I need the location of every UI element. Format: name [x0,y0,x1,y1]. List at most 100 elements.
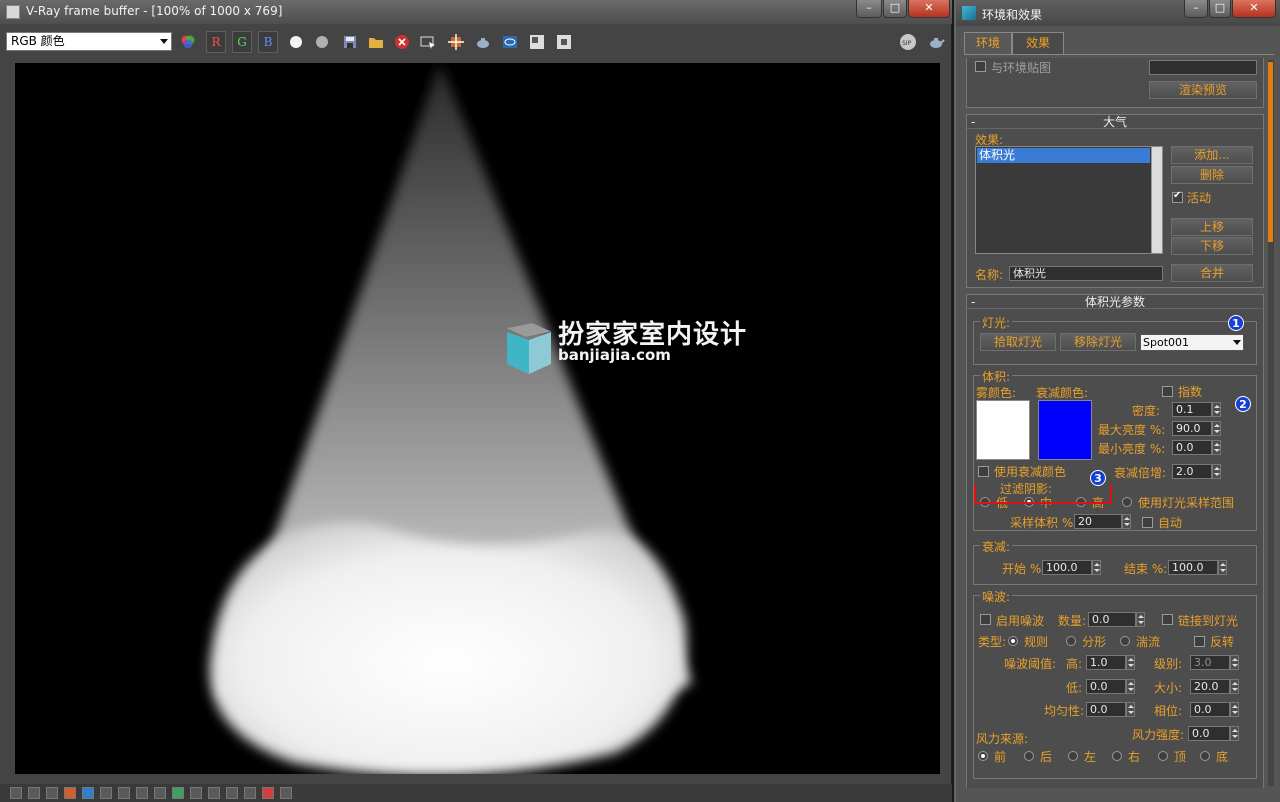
exponential-checkbox[interactable] [1162,386,1173,397]
tab-effects[interactable]: 效果 [1012,32,1064,54]
teapot-render-icon[interactable] [473,32,493,52]
tab-environment[interactable]: 环境 [964,32,1012,55]
pick-light-button[interactable]: 拾取灯光 [980,333,1056,351]
grey-circle-icon[interactable] [312,32,332,52]
status-icon[interactable] [226,787,238,799]
atmosphere-header[interactable]: - 大气 [967,115,1263,129]
minimize-button[interactable]: – [856,0,882,18]
attenuation-color-swatch[interactable] [1038,400,1092,460]
phase-field[interactable]: 0.0 [1190,702,1230,717]
stamp-icon[interactable]: SIP [898,32,918,52]
noise-regular-radio[interactable] [1008,636,1018,646]
link-to-light-checkbox[interactable] [1162,614,1173,625]
red-channel-button[interactable]: R [206,31,226,53]
teapot-icon[interactable] [926,32,946,52]
atten-mult-field[interactable]: 2.0 [1172,464,1212,479]
render-preview-button[interactable]: 渲染预览 [1149,81,1257,99]
channel-select[interactable]: RGB 颜色 [6,32,172,51]
volume-light-header[interactable]: - 体积光参数 [967,295,1263,309]
uniformity-spinner[interactable] [1126,702,1135,717]
sample-volume-spinner[interactable] [1122,514,1131,529]
minimize-button[interactable]: – [1184,0,1208,18]
density-field[interactable]: 0.1 [1172,402,1212,417]
add-effect-button[interactable]: 添加... [1171,146,1253,164]
link-viewport-icon[interactable] [500,32,520,52]
clear-icon[interactable] [392,32,412,52]
status-icon[interactable] [118,787,130,799]
close-button[interactable]: ✕ [908,0,950,18]
render-viewport[interactable] [15,63,940,774]
noise-fractal-radio[interactable] [1066,636,1076,646]
move-up-button[interactable]: 上移 [1171,218,1253,236]
vfb-title-bar[interactable]: V-Ray frame buffer - [100% of 1000 x 769… [0,0,952,24]
status-icon[interactable] [154,787,166,799]
fog-color-swatch[interactable] [976,400,1030,460]
size-spinner[interactable] [1230,679,1239,694]
min-light-spinner[interactable] [1212,440,1221,455]
wind-strength-spinner[interactable] [1230,726,1239,741]
status-icon[interactable] [28,787,40,799]
wind-left-radio[interactable] [1068,751,1078,761]
use-light-smp-radio[interactable] [1122,497,1132,507]
white-circle-icon[interactable] [286,32,306,52]
status-icon[interactable] [46,787,58,799]
amount-spinner[interactable] [1136,612,1145,627]
atten-mult-spinner[interactable] [1212,464,1221,479]
status-icon[interactable] [190,787,202,799]
wind-top-radio[interactable] [1158,751,1168,761]
light-list-dropdown[interactable]: Spot001 [1140,334,1244,351]
blue-channel-button[interactable]: B [258,31,278,53]
green-channel-button[interactable]: G [232,31,252,53]
end-spinner[interactable] [1218,560,1227,575]
noise-high-field[interactable]: 1.0 [1086,655,1126,670]
merge-button[interactable]: 合并 [1171,264,1253,282]
sample-volume-field[interactable]: 20 [1074,514,1122,529]
status-icon[interactable] [262,787,274,799]
wind-right-radio[interactable] [1112,751,1122,761]
wind-bottom-radio[interactable] [1200,751,1210,761]
panel-scroll-thumb[interactable] [1268,62,1273,242]
maximize-button[interactable]: □ [883,0,907,18]
max-light-field[interactable]: 90.0 [1172,421,1212,436]
delete-effect-button[interactable]: 删除 [1171,166,1253,184]
end-field[interactable]: 100.0 [1168,560,1218,575]
env-map-slot[interactable] [1149,60,1257,75]
region-render-icon[interactable] [446,32,466,52]
status-icon[interactable] [244,787,256,799]
status-icon[interactable] [82,787,94,799]
start-spinner[interactable] [1092,560,1101,575]
wind-back-radio[interactable] [1024,751,1034,761]
wind-front-radio[interactable] [978,751,988,761]
compare-b-icon[interactable] [554,32,574,52]
uniformity-field[interactable]: 0.0 [1086,702,1126,717]
status-icon[interactable] [172,787,184,799]
env-title-bar[interactable]: 环境和效果 – □ ✕ [956,0,1280,26]
start-field[interactable]: 100.0 [1042,560,1092,575]
status-icon[interactable] [64,787,76,799]
density-spinner[interactable] [1212,402,1221,417]
listbox-scrollbar[interactable] [1151,147,1162,253]
noise-low-field[interactable]: 0.0 [1086,679,1126,694]
wind-strength-field[interactable]: 0.0 [1188,726,1230,741]
phase-spinner[interactable] [1230,702,1239,717]
open-folder-icon[interactable] [366,32,386,52]
move-down-button[interactable]: 下移 [1171,237,1253,255]
close-button[interactable]: ✕ [1232,0,1276,18]
status-icon[interactable] [10,787,22,799]
save-icon[interactable] [340,32,360,52]
compare-a-icon[interactable] [527,32,547,52]
status-icon[interactable] [280,787,292,799]
effects-listbox[interactable]: 体积光 [975,146,1163,254]
status-icon[interactable] [100,787,112,799]
auto-checkbox[interactable] [1142,517,1153,528]
noise-low-spinner[interactable] [1126,679,1135,694]
status-icon[interactable] [208,787,220,799]
noise-turbulence-radio[interactable] [1120,636,1130,646]
levels-field[interactable]: 3.0 [1190,655,1230,670]
maximize-button[interactable]: □ [1209,0,1231,18]
invert-checkbox[interactable] [1194,636,1205,647]
use-atten-color-checkbox[interactable] [978,466,989,477]
effect-name-field[interactable]: 体积光 [1009,266,1163,281]
noise-high-spinner[interactable] [1126,655,1135,670]
remove-light-button[interactable]: 移除灯光 [1060,333,1136,351]
